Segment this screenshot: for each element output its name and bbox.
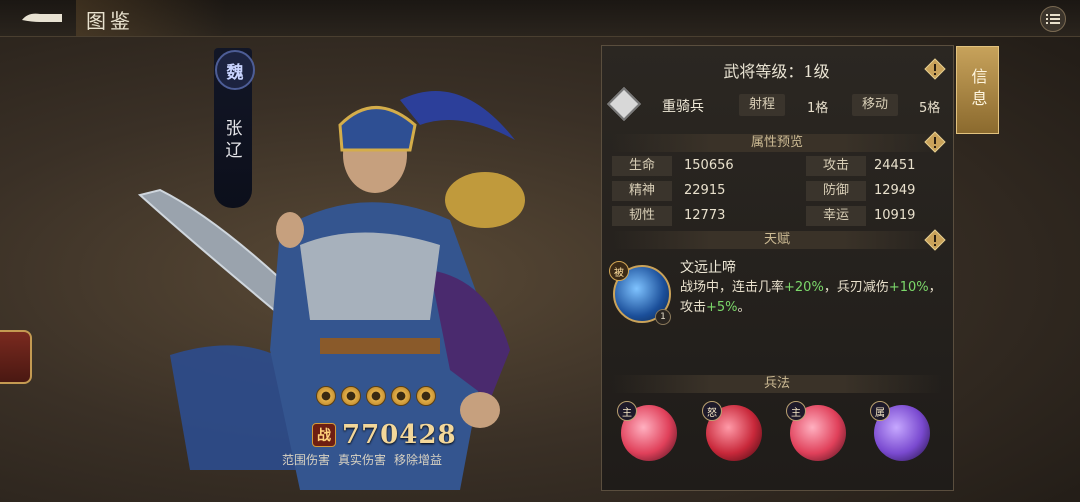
back-arrow-icon [22, 13, 62, 22]
skills-header: 兵法 [612, 375, 942, 393]
back-button[interactable] [18, 6, 66, 30]
attr-label-hp: 生命 [612, 156, 672, 176]
move-label: 移动 [852, 94, 899, 116]
hero-name: 张辽 [225, 119, 243, 161]
exclamation-diamond-icon [924, 229, 946, 251]
star-icon [316, 386, 336, 406]
combat-power: 战 770428 [312, 420, 457, 450]
hero-tag: 范围伤害 [282, 453, 331, 467]
exclamation-diamond-icon [924, 58, 946, 80]
power-icon: 战 [312, 423, 336, 447]
attr-value-defense: 12949 [874, 183, 916, 198]
talent-info-button[interactable] [924, 229, 946, 251]
attributes-info-button[interactable] [924, 131, 946, 153]
attr-value-tenacity: 12773 [684, 208, 726, 223]
talent-bonus: +5% [706, 300, 738, 315]
talent-text: ，兵刃减伤 [823, 280, 889, 295]
talent-bonus: +20% [784, 280, 824, 295]
attr-label-luck: 幸运 [806, 206, 866, 226]
page-title: 图鉴 [86, 9, 134, 33]
attr-value-luck: 10919 [874, 208, 916, 223]
tab-info[interactable]: 信息 [956, 46, 999, 134]
hero-tag: 真实伤害 [338, 453, 387, 467]
cavalry-icon [607, 87, 641, 121]
move-value: 5格 [919, 101, 941, 116]
skill-type-badge: 主 [617, 401, 637, 421]
talent-type-badge: 被 [609, 261, 629, 281]
star-rating [316, 386, 436, 406]
star-icon [366, 386, 386, 406]
attr-label-attack: 攻击 [806, 156, 866, 176]
info-button[interactable] [924, 58, 946, 80]
talent-text: 战场中，连击几率 [680, 280, 785, 295]
attr-label-spirit: 精神 [612, 181, 672, 201]
attr-value-attack: 24451 [874, 158, 916, 173]
attr-value-hp: 150656 [684, 158, 734, 173]
talent-header: 天赋 [612, 231, 942, 249]
talent-text: 。 [737, 300, 751, 315]
talent-bonus: +10% [888, 280, 929, 295]
hero-tags: 范围伤害 真实伤害 移除增益 [282, 451, 442, 468]
hero-tag: 移除增益 [394, 453, 443, 467]
attr-value-spirit: 22915 [684, 183, 726, 198]
star-icon [341, 386, 361, 406]
top-bar: 图鉴 [0, 0, 1080, 37]
hero-level: 武将等级：1级 [723, 62, 830, 81]
talent-level-badge: 1 [655, 309, 671, 325]
attr-label-defense: 防御 [806, 181, 866, 201]
kingdom-badge: 魏 [215, 50, 255, 90]
attributes-header: 属性预览 [612, 134, 942, 152]
list-icon [1046, 14, 1060, 24]
star-icon [416, 386, 436, 406]
star-icon [391, 386, 411, 406]
attr-label-tenacity: 韧性 [612, 206, 672, 226]
talent-description: 战场中，连击几率+20%，兵刃减伤+10%，攻击+5%。 [680, 278, 942, 318]
unit-type: 重骑兵 [662, 99, 704, 115]
side-emblem-button[interactable] [0, 330, 32, 384]
exclamation-diamond-icon [924, 131, 946, 153]
skill-type-badge: 主 [786, 401, 806, 421]
talent-name: 文远止啼 [680, 260, 736, 276]
unit-row: 重骑兵 射程 1格 移动 5格 [607, 87, 947, 121]
menu-button[interactable] [1040, 6, 1066, 32]
skill-type-badge: 怒 [702, 401, 722, 421]
range-value: 1格 [807, 101, 829, 116]
range-label: 射程 [739, 94, 786, 116]
skill-type-badge: 属 [870, 401, 890, 421]
power-value: 770428 [342, 420, 457, 450]
